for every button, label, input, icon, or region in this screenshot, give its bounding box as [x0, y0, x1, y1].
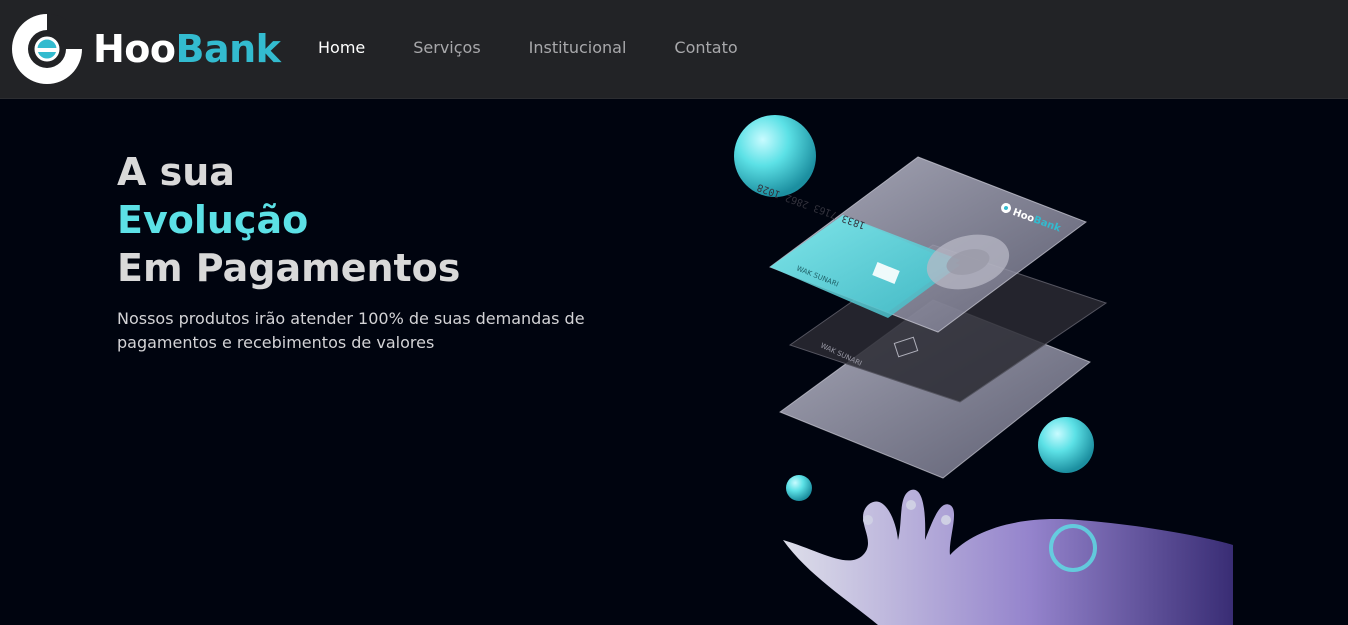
hero-title-line3: Em Pagamentos — [117, 246, 461, 290]
navbar: HooBank Home Serviços Institucional Cont… — [0, 0, 1348, 99]
nav-contato[interactable]: Contato — [674, 38, 737, 57]
hero-title-line2: Evolução — [117, 198, 309, 242]
hoobank-logo-icon — [12, 14, 82, 84]
brand-name-part2: Bank — [175, 27, 281, 71]
hero-illustration: WAK SUNARI 1833 7163 2862 1028 HooBank W… — [734, 115, 1233, 625]
hero-title-line1: A sua — [117, 150, 235, 194]
nav-menu: Home Serviços Institucional Contato — [318, 38, 786, 57]
finger-joint-3 — [941, 515, 951, 525]
finger-joint-1 — [863, 515, 873, 525]
hero-title: A sua Evolução Em Pagamentos — [117, 148, 460, 292]
brand-name-part1: Hoo — [93, 27, 176, 71]
nav-institucional[interactable]: Institucional — [529, 38, 627, 57]
robot-hand — [783, 489, 1233, 625]
card-number: 1833 7163 2862 1028 — [756, 181, 867, 230]
nav-servicos[interactable]: Serviços — [413, 38, 480, 57]
brand-logo[interactable]: HooBank — [10, 12, 281, 86]
sphere-medium — [1038, 417, 1094, 473]
nav-home[interactable]: Home — [318, 38, 365, 57]
finger-joint-2 — [906, 500, 916, 510]
sphere-small — [786, 475, 812, 501]
hero-description: Nossos produtos irão atender 100% de sua… — [117, 309, 585, 352]
sphere-large — [734, 115, 816, 197]
brand-name: HooBank — [93, 27, 281, 71]
